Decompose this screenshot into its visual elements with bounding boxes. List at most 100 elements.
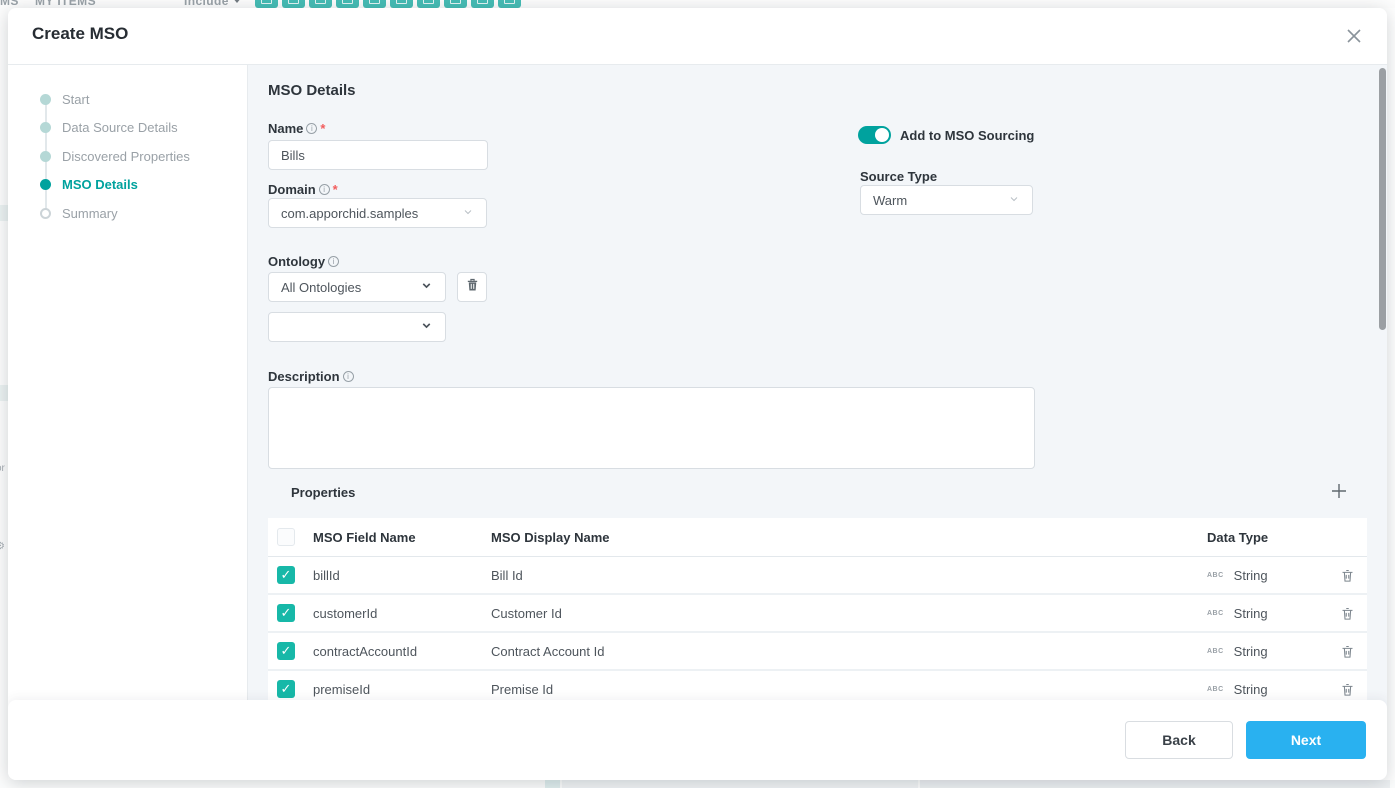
step-summary[interactable]: Summary [8, 199, 247, 228]
toolbar-icon[interactable] [390, 0, 413, 8]
toolbar-icon[interactable] [282, 0, 305, 8]
background-tab-my-items: MY ITEMS [35, 0, 96, 8]
step-label: Data Source Details [62, 120, 178, 135]
step-dot [40, 122, 51, 133]
delete-row-icon[interactable] [1327, 644, 1367, 659]
ontology-value: All Ontologies [281, 280, 361, 295]
info-icon[interactable] [306, 123, 317, 134]
step-dot [40, 208, 51, 219]
domain-value: com.apporchid.samples [281, 206, 418, 221]
step-label: Start [62, 92, 89, 107]
toolbar-icon[interactable] [471, 0, 494, 8]
background-band [920, 780, 1390, 788]
toolbar-icon[interactable] [363, 0, 386, 8]
background-left-strip: or t ⚙ [0, 8, 8, 780]
background-text-fragment: or [0, 463, 5, 474]
toggle-knob [875, 128, 889, 142]
domain-select[interactable]: com.apporchid.samples [268, 198, 487, 228]
dialog-header: Create MSO [8, 8, 1387, 65]
select-all-checkbox[interactable] [277, 528, 295, 546]
label-text: Name [268, 121, 303, 136]
background-band [545, 780, 560, 788]
background-top-strip: MS MY ITEMS Include [0, 0, 1395, 8]
step-start[interactable]: Start [8, 85, 247, 114]
string-type-icon: ABC [1207, 572, 1224, 579]
name-value: Bills [281, 148, 305, 163]
toolbar-icon[interactable] [417, 0, 440, 8]
delete-row-icon[interactable] [1327, 682, 1367, 697]
add-property-icon[interactable] [1326, 478, 1352, 504]
ontology-select[interactable]: All Ontologies [268, 272, 446, 302]
background-band [0, 205, 8, 221]
info-icon[interactable] [328, 256, 339, 267]
properties-table: MSO Field Name MSO Display Name Data Typ… [268, 518, 1367, 709]
next-button[interactable]: Next [1246, 721, 1366, 759]
description-label: Description [268, 369, 354, 384]
close-icon[interactable] [1341, 23, 1367, 49]
string-type-icon: ABC [1207, 686, 1224, 693]
label-text: Description [268, 369, 340, 384]
data-type: String [1234, 644, 1268, 659]
chevron-down-icon [420, 319, 433, 335]
dialog-footer: Back Next [8, 700, 1387, 780]
field-name: contractAccountId [313, 644, 491, 659]
step-label: MSO Details [62, 177, 138, 192]
trash-icon [465, 277, 480, 297]
gear-icon: ⚙ [0, 541, 5, 552]
toolbar-icon[interactable] [309, 0, 332, 8]
table-header-row: MSO Field Name MSO Display Name Data Typ… [268, 518, 1367, 557]
mso-sourcing-toggle-row: Add to MSO Sourcing [858, 126, 1034, 144]
data-type: String [1234, 606, 1268, 621]
row-checkbox[interactable] [277, 566, 295, 584]
toolbar-icon[interactable] [336, 0, 359, 8]
name-label: Name * [268, 121, 325, 136]
required-asterisk: * [333, 182, 338, 197]
add-to-mso-sourcing-toggle[interactable] [858, 126, 891, 144]
description-textarea[interactable] [268, 387, 1035, 469]
field-name: premiseId [313, 682, 491, 697]
background-text-fragment: MS [0, 0, 19, 8]
domain-label: Domain * [268, 182, 338, 197]
ontology-label: Ontology [268, 254, 339, 269]
delete-row-icon[interactable] [1327, 606, 1367, 621]
data-type: String [1234, 682, 1268, 697]
background-include-filter: Include [184, 0, 229, 8]
display-name: Bill Id [491, 568, 1207, 583]
ontology-delete-button[interactable] [457, 272, 487, 302]
create-mso-dialog: Create MSO Start Data Source Details Dis… [8, 8, 1387, 780]
info-icon[interactable] [343, 371, 354, 382]
step-dot [40, 94, 51, 105]
caret-down-icon [232, 0, 242, 3]
delete-row-icon[interactable] [1327, 568, 1367, 583]
chevron-down-icon [462, 206, 474, 221]
toggle-label: Add to MSO Sourcing [900, 128, 1034, 143]
row-checkbox[interactable] [277, 680, 295, 698]
name-input[interactable]: Bills [268, 140, 488, 170]
required-asterisk: * [320, 121, 325, 136]
row-checkbox[interactable] [277, 604, 295, 622]
source-type-select[interactable]: Warm [860, 185, 1033, 215]
label-text: Source Type [860, 169, 937, 184]
step-mso-details[interactable]: MSO Details [8, 171, 247, 200]
row-checkbox[interactable] [277, 642, 295, 660]
table-row: billId Bill Id ABCString [268, 557, 1367, 595]
step-discovered-properties[interactable]: Discovered Properties [8, 142, 247, 171]
back-button[interactable]: Back [1125, 721, 1233, 759]
ontology-secondary-select[interactable] [268, 312, 446, 342]
background-band [0, 385, 8, 401]
toolbar-icon[interactable] [444, 0, 467, 8]
toolbar-icon[interactable] [498, 0, 521, 8]
table-row: customerId Customer Id ABCString [268, 595, 1367, 633]
chevron-down-icon [1008, 193, 1020, 208]
vertical-scrollbar[interactable] [1379, 68, 1386, 330]
step-data-source-details[interactable]: Data Source Details [8, 114, 247, 143]
background-bottom-strip [0, 780, 1395, 788]
step-dot [40, 179, 51, 190]
display-name: Customer Id [491, 606, 1207, 621]
dialog-body: Start Data Source Details Discovered Pro… [8, 65, 1387, 780]
info-icon[interactable] [319, 184, 330, 195]
column-header-field: MSO Field Name [313, 530, 491, 545]
toolbar-icon[interactable] [255, 0, 278, 8]
display-name: Premise Id [491, 682, 1207, 697]
data-type: String [1234, 568, 1268, 583]
